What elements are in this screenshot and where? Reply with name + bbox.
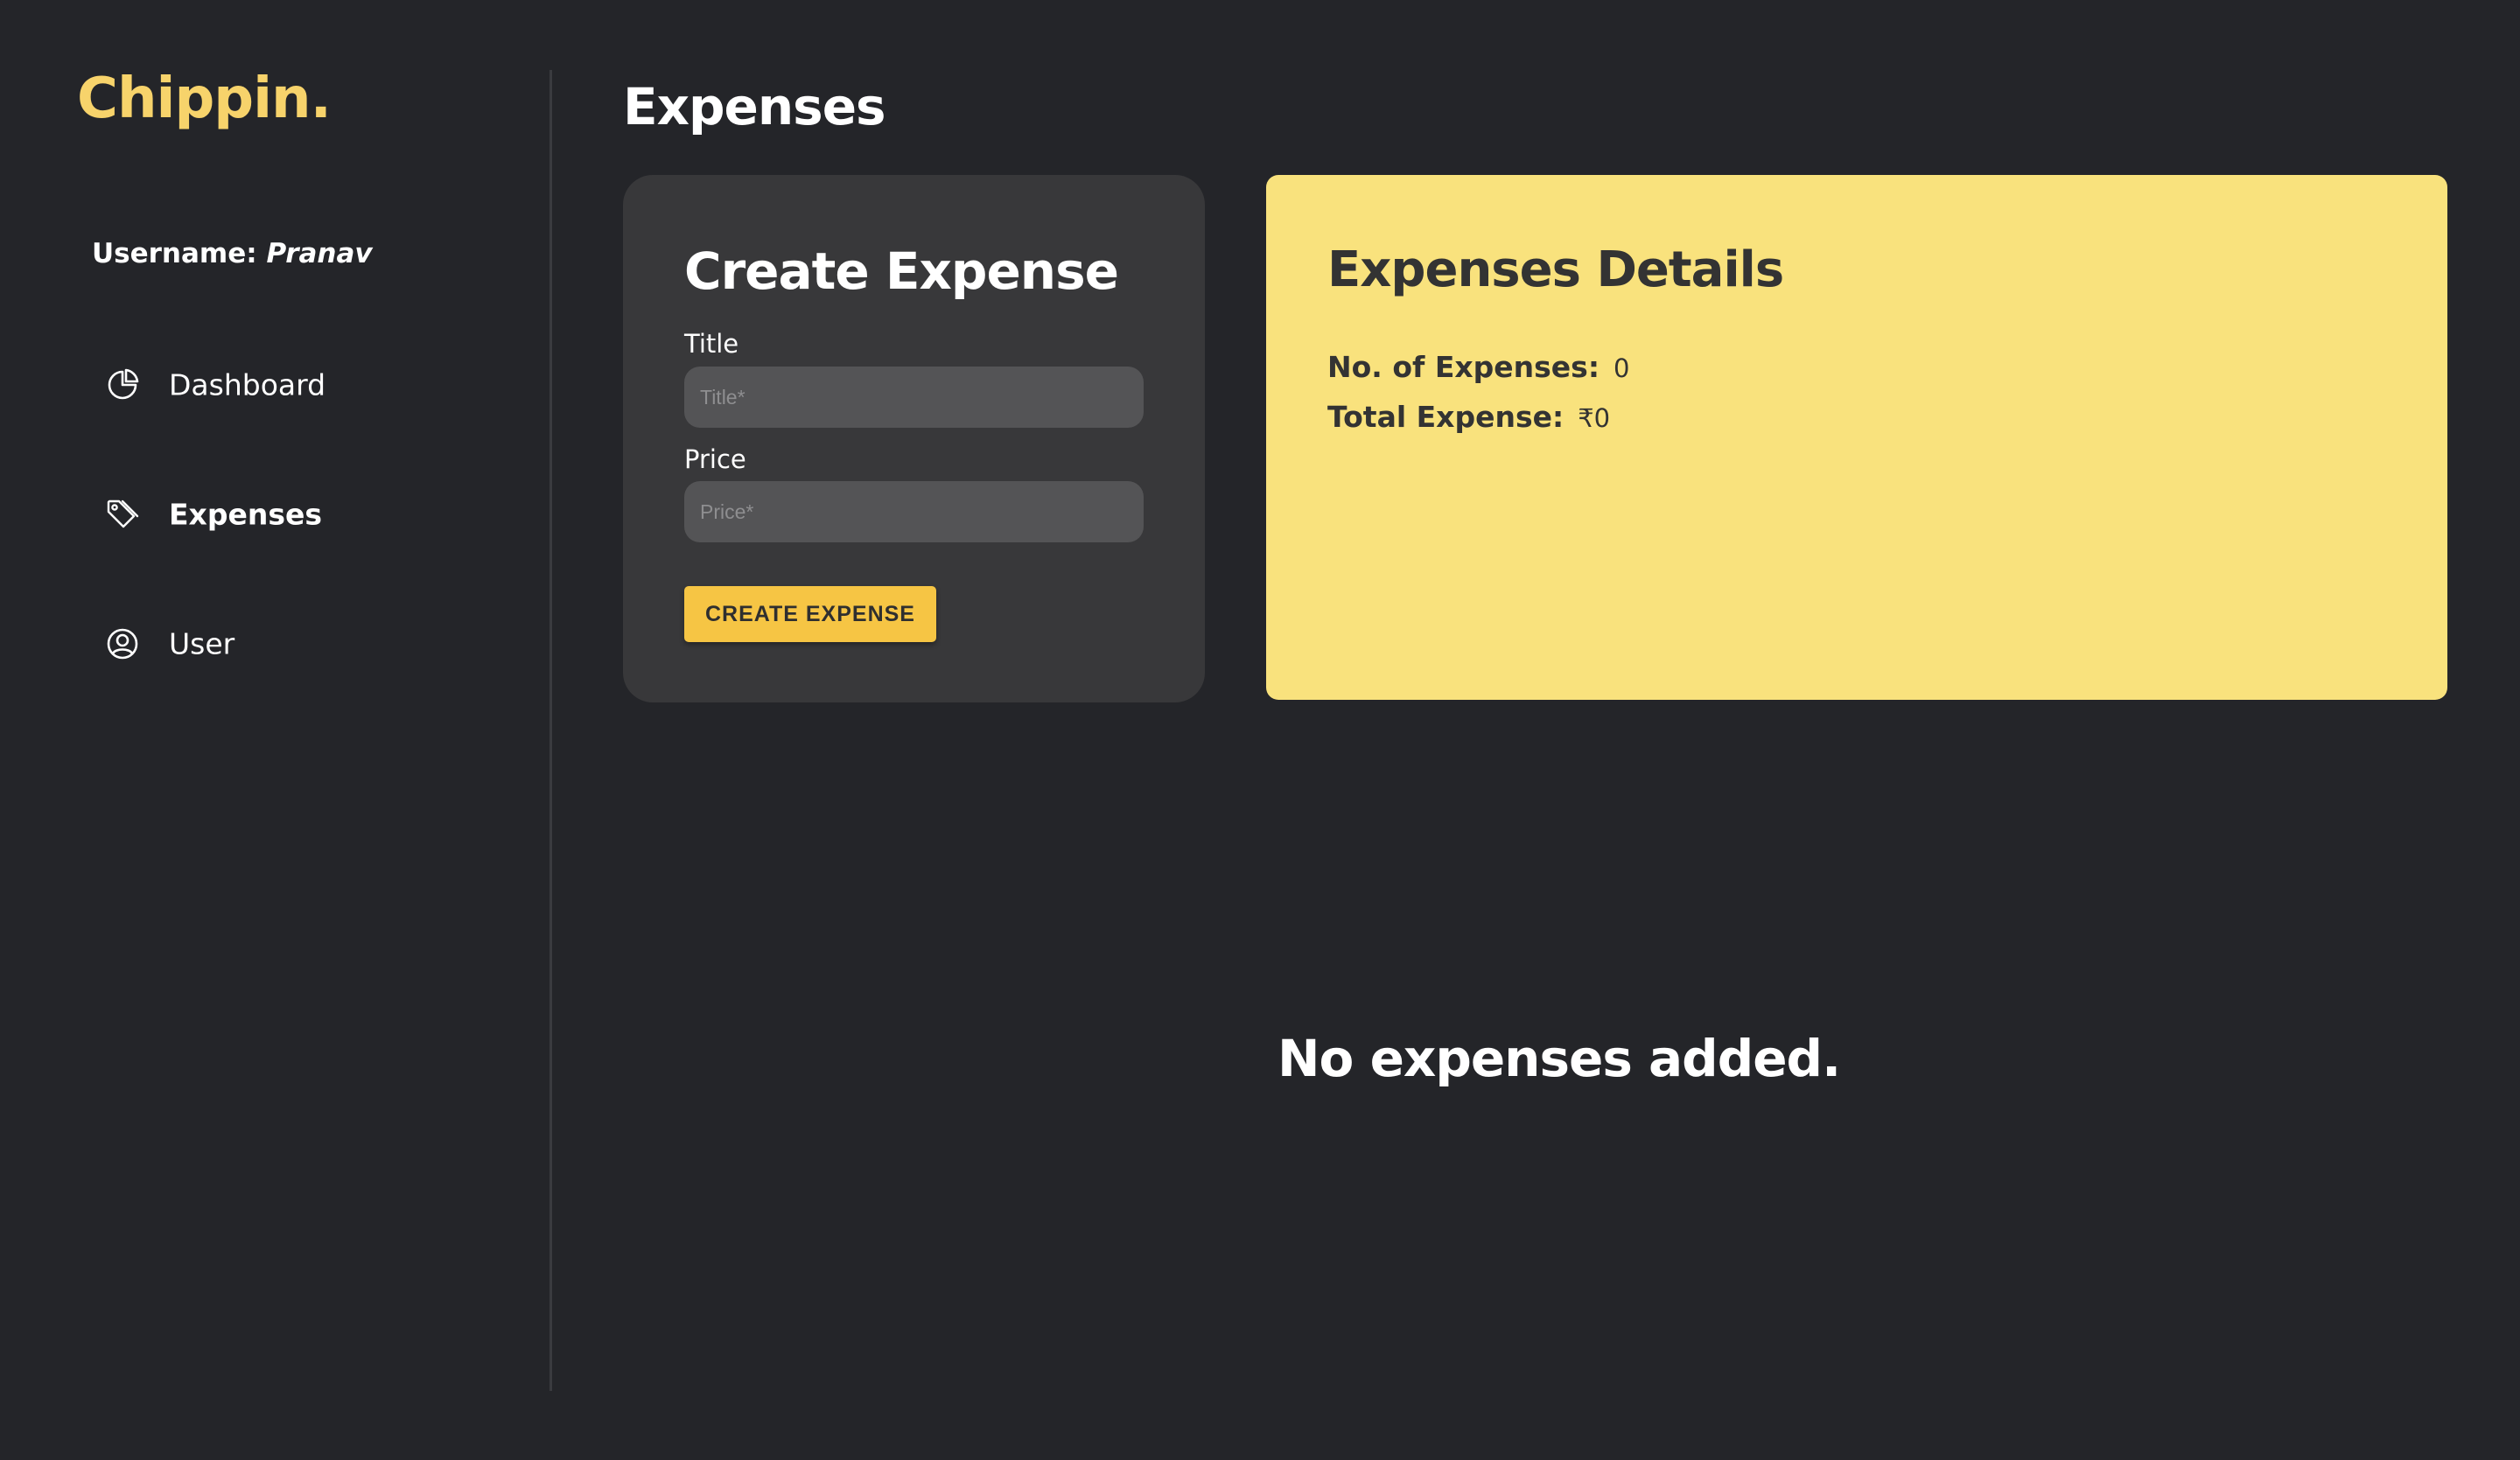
app-root: Chippin. Username: Pranav Dashboard Expe… bbox=[0, 0, 2520, 1460]
title-input[interactable] bbox=[684, 367, 1144, 428]
sidebar-divider bbox=[550, 70, 552, 1391]
expense-count-value: 0 bbox=[1614, 353, 1630, 383]
price-field-label: Price bbox=[684, 444, 746, 474]
expense-count-row: No. of Expenses: 0 bbox=[1327, 350, 1629, 384]
user-circle-icon bbox=[105, 626, 140, 661]
expense-total-value: ₹0 bbox=[1578, 403, 1611, 433]
sidebar-item-label: User bbox=[169, 626, 235, 661]
expense-total-row: Total Expense: ₹0 bbox=[1327, 400, 1610, 434]
pie-chart-icon bbox=[105, 367, 140, 402]
expense-count-label: No. of Expenses: bbox=[1327, 350, 1600, 384]
sidebar-item-label: Dashboard bbox=[169, 367, 326, 402]
expenses-details-card: Expenses Details No. of Expenses: 0 Tota… bbox=[1266, 175, 2447, 700]
username-value: Pranav bbox=[266, 238, 373, 269]
create-expense-title: Create Expense bbox=[684, 241, 1119, 301]
empty-expenses-message: No expenses added. bbox=[1278, 1029, 1841, 1088]
create-expense-button[interactable]: CREATE EXPENSE bbox=[684, 586, 936, 642]
username-label: Username: bbox=[92, 238, 257, 269]
sidebar-item-user[interactable]: User bbox=[105, 618, 234, 670]
page-title: Expenses bbox=[623, 77, 886, 136]
expenses-details-title: Expenses Details bbox=[1327, 241, 1784, 298]
price-input[interactable] bbox=[684, 481, 1144, 542]
create-expense-card: Create Expense Title Price CREATE EXPENS… bbox=[623, 175, 1205, 702]
sidebar-item-expenses[interactable]: Expenses bbox=[105, 488, 322, 541]
sidebar-item-dashboard[interactable]: Dashboard bbox=[105, 359, 326, 411]
brand-logo[interactable]: Chippin. bbox=[77, 66, 332, 131]
expense-total-label: Total Expense: bbox=[1327, 400, 1564, 434]
sidebar: Chippin. Username: Pranav Dashboard Expe… bbox=[0, 0, 551, 1460]
title-field-label: Title bbox=[684, 329, 739, 359]
tag-icon bbox=[105, 497, 140, 532]
sidebar-item-label: Expenses bbox=[169, 497, 322, 532]
username-display: Username: Pranav bbox=[92, 238, 373, 269]
